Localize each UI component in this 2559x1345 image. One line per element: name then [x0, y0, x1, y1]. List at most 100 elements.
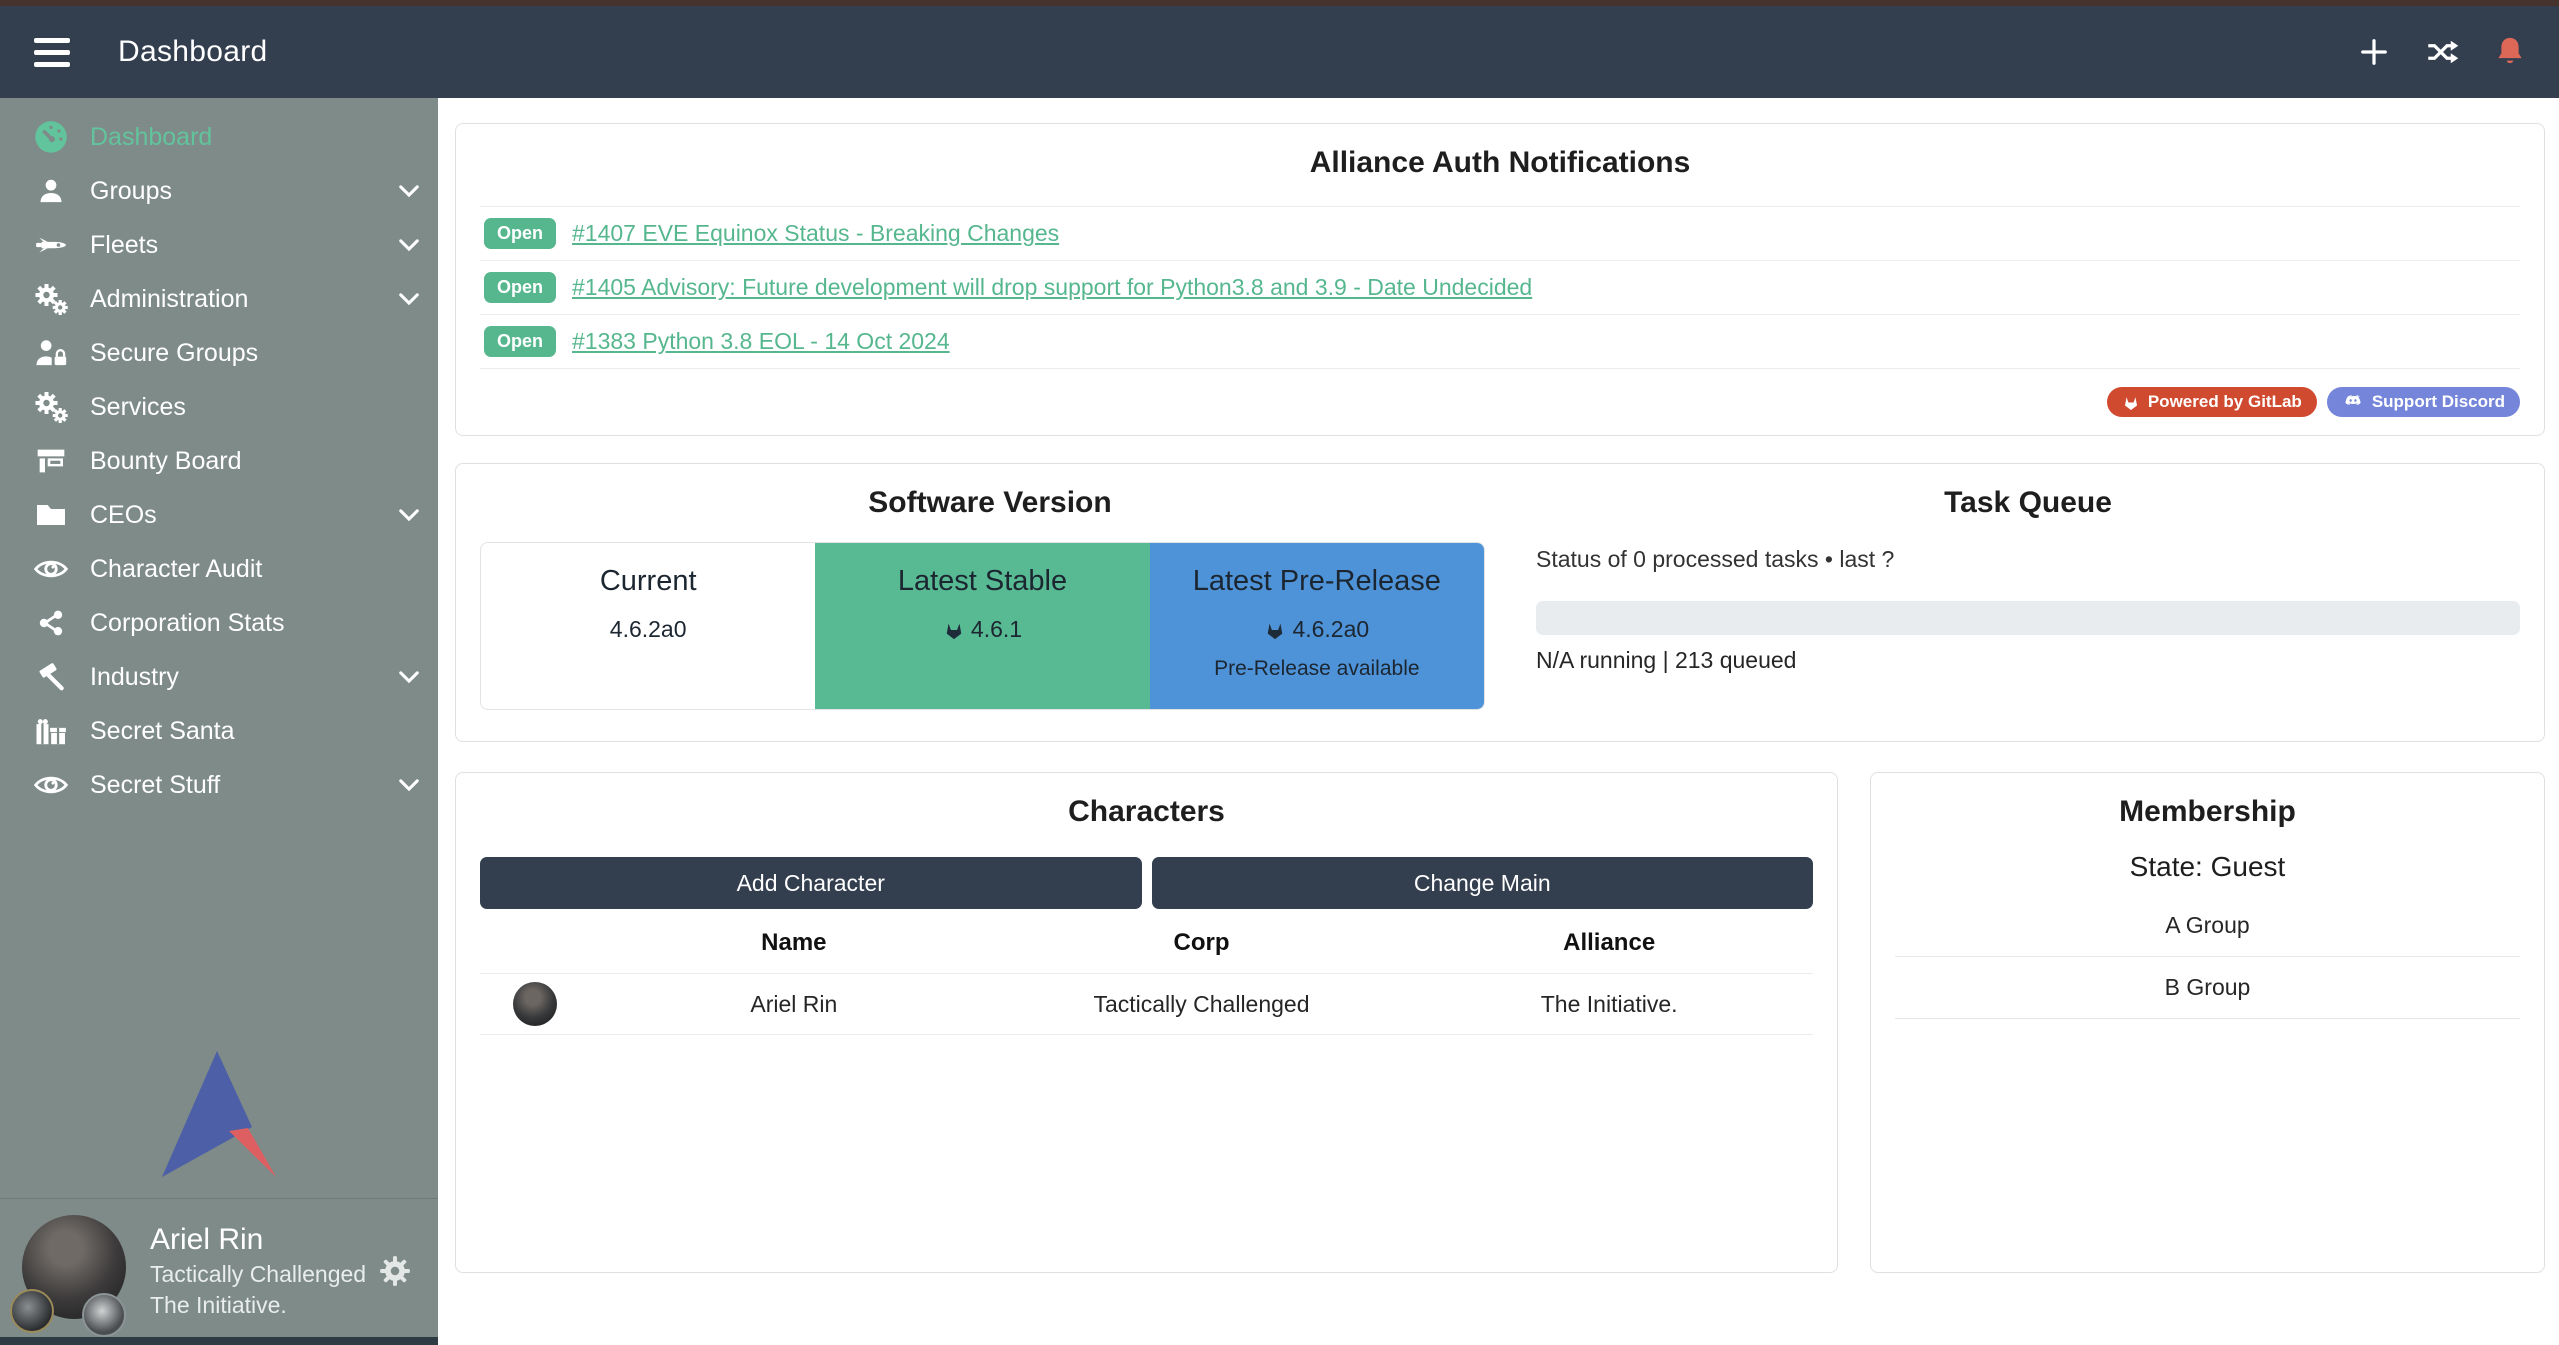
share-icon — [28, 609, 74, 637]
user-settings-gear-icon[interactable] — [378, 1254, 412, 1288]
characters-panel: Characters Add Character Change Main Nam… — [455, 772, 1838, 1273]
user-avatar[interactable] — [22, 1215, 128, 1327]
sidebar-item-label: Secret Stuff — [90, 771, 220, 800]
chevron-down-icon — [398, 184, 420, 198]
user-icon — [28, 177, 74, 205]
version-latest-stable: Latest Stable 4.6.1 — [815, 543, 1149, 709]
discord-icon — [2342, 394, 2364, 410]
column-header-alliance: Alliance — [1405, 909, 1813, 973]
user-name: Ariel Rin — [150, 1223, 366, 1257]
sidebar-item-corporation-stats[interactable]: Corporation Stats — [0, 596, 438, 650]
column-header-name: Name — [590, 909, 998, 973]
sidebar-item-secure-groups[interactable]: Secure Groups — [0, 326, 438, 380]
gitlab-tanuki-icon — [2122, 394, 2140, 411]
status-badge: Open — [484, 218, 556, 249]
membership-group-item: B Group — [1895, 957, 2520, 1019]
hammer-icon — [28, 662, 74, 692]
character-row-portrait — [513, 982, 557, 1026]
main-content: Alliance Auth Notifications Open #1407 E… — [438, 98, 2559, 1345]
column-header-portrait — [480, 923, 590, 959]
navbar: Dashboard — [0, 6, 2559, 98]
page-title: Dashboard — [118, 35, 267, 69]
dashboard-gauge-icon — [28, 119, 74, 155]
task-queue-status: Status of 0 processed tasks • last ? — [1536, 546, 2520, 573]
sidebar-item-bounty-board[interactable]: Bounty Board — [0, 434, 438, 488]
user-lock-icon — [28, 339, 74, 367]
sidebar-item-label: Corporation Stats — [90, 609, 285, 638]
software-version-section: Software Version Current 4.6.2a0 Latest … — [480, 486, 1500, 713]
task-queue-title: Task Queue — [1536, 486, 2520, 520]
sidebar-item-fleets[interactable]: Fleets — [0, 218, 438, 272]
user-alliance: The Initiative. — [150, 1292, 366, 1319]
character-name: Ariel Rin — [590, 991, 998, 1018]
gears-icon — [28, 391, 74, 423]
alliance-auth-logo — [162, 1050, 276, 1182]
software-version-title: Software Version — [480, 486, 1500, 520]
membership-panel: Membership State: Guest A Group B Group — [1870, 772, 2545, 1273]
powered-by-gitlab-badge[interactable]: Powered by GitLab — [2107, 387, 2317, 417]
sidebar-item-character-audit[interactable]: Character Audit — [0, 542, 438, 596]
sidebar-item-secret-stuff[interactable]: Secret Stuff — [0, 758, 438, 812]
membership-group-item: A Group — [1895, 895, 2520, 957]
version-current: Current 4.6.2a0 — [481, 543, 815, 709]
notification-row: Open #1405 Advisory: Future development … — [480, 261, 2520, 315]
sidebar-item-groups[interactable]: Groups — [0, 164, 438, 218]
gitlab-tanuki-icon — [943, 620, 965, 640]
character-table-row: Ariel Rin Tactically Challenged The Init… — [480, 973, 1813, 1035]
notifications-title: Alliance Auth Notifications — [480, 146, 2520, 180]
sidebar-item-label: Dashboard — [90, 123, 212, 152]
software-version-task-queue-panel: Software Version Current 4.6.2a0 Latest … — [455, 463, 2545, 742]
sidebar-item-ceos[interactable]: CEOs — [0, 488, 438, 542]
version-box: Current 4.6.2a0 Latest Stable 4.6.1 Late… — [480, 542, 1485, 710]
user-corp: Tactically Challenged — [150, 1261, 366, 1288]
sidebar-item-dashboard[interactable]: Dashboard — [0, 110, 438, 164]
sidebar-item-label: Character Audit — [90, 555, 262, 584]
sidebar-item-administration[interactable]: Administration — [0, 272, 438, 326]
sidebar-item-label: Secure Groups — [90, 339, 258, 368]
folder-icon — [28, 502, 74, 528]
sidebar-item-secret-santa[interactable]: Secret Santa — [0, 704, 438, 758]
notification-link[interactable]: #1407 EVE Equinox Status - Breaking Chan… — [572, 220, 1059, 247]
column-header-corp: Corp — [998, 909, 1406, 973]
sidebar-item-industry[interactable]: Industry — [0, 650, 438, 704]
user-panel: Ariel Rin Tactically Challenged The Init… — [0, 1198, 438, 1337]
chevron-down-icon — [398, 778, 420, 792]
add-character-button[interactable]: Add Character — [480, 857, 1142, 909]
notification-row: Open #1407 EVE Equinox Status - Breaking… — [480, 206, 2520, 261]
corp-logo-badge — [10, 1289, 54, 1333]
sidebar: Dashboard Groups Fleets — [0, 98, 438, 1345]
change-main-shuffle-icon[interactable] — [2425, 37, 2459, 67]
membership-title: Membership — [1895, 795, 2520, 829]
version-latest-prerelease: Latest Pre-Release 4.6.2a0 Pre-Release a… — [1150, 543, 1484, 709]
support-discord-badge[interactable]: Support Discord — [2327, 387, 2520, 417]
gears-icon — [28, 283, 74, 315]
notification-link[interactable]: #1405 Advisory: Future development will … — [572, 274, 1532, 301]
sidebar-item-label: Fleets — [90, 231, 158, 260]
space-shuttle-icon — [28, 233, 74, 257]
gitlab-tanuki-icon — [1264, 620, 1286, 640]
store-icon — [28, 447, 74, 475]
chevron-down-icon — [398, 238, 420, 252]
sidebar-item-label: Bounty Board — [90, 447, 242, 476]
sidebar-item-services[interactable]: Services — [0, 380, 438, 434]
notifications-bell-icon[interactable] — [2495, 36, 2525, 68]
character-corp: Tactically Challenged — [998, 991, 1406, 1018]
chevron-down-icon — [398, 292, 420, 306]
menu-toggle-icon[interactable] — [34, 38, 70, 67]
sidebar-item-label: Groups — [90, 177, 172, 206]
add-character-icon[interactable] — [2359, 37, 2389, 67]
sidebar-item-label: Industry — [90, 663, 179, 692]
task-queue-section: Task Queue Status of 0 processed tasks •… — [1500, 486, 2520, 713]
eye-icon — [28, 773, 74, 797]
sidebar-item-label: Secret Santa — [90, 717, 235, 746]
chevron-down-icon — [398, 670, 420, 684]
eye-icon — [28, 557, 74, 581]
status-badge: Open — [484, 326, 556, 357]
task-progress-bar — [1536, 601, 2520, 635]
sidebar-item-label: Administration — [90, 285, 248, 314]
alliance-logo-badge — [82, 1293, 126, 1337]
character-alliance: The Initiative. — [1405, 991, 1813, 1018]
status-badge: Open — [484, 272, 556, 303]
notification-link[interactable]: #1383 Python 3.8 EOL - 14 Oct 2024 — [572, 328, 950, 355]
change-main-button[interactable]: Change Main — [1152, 857, 1814, 909]
